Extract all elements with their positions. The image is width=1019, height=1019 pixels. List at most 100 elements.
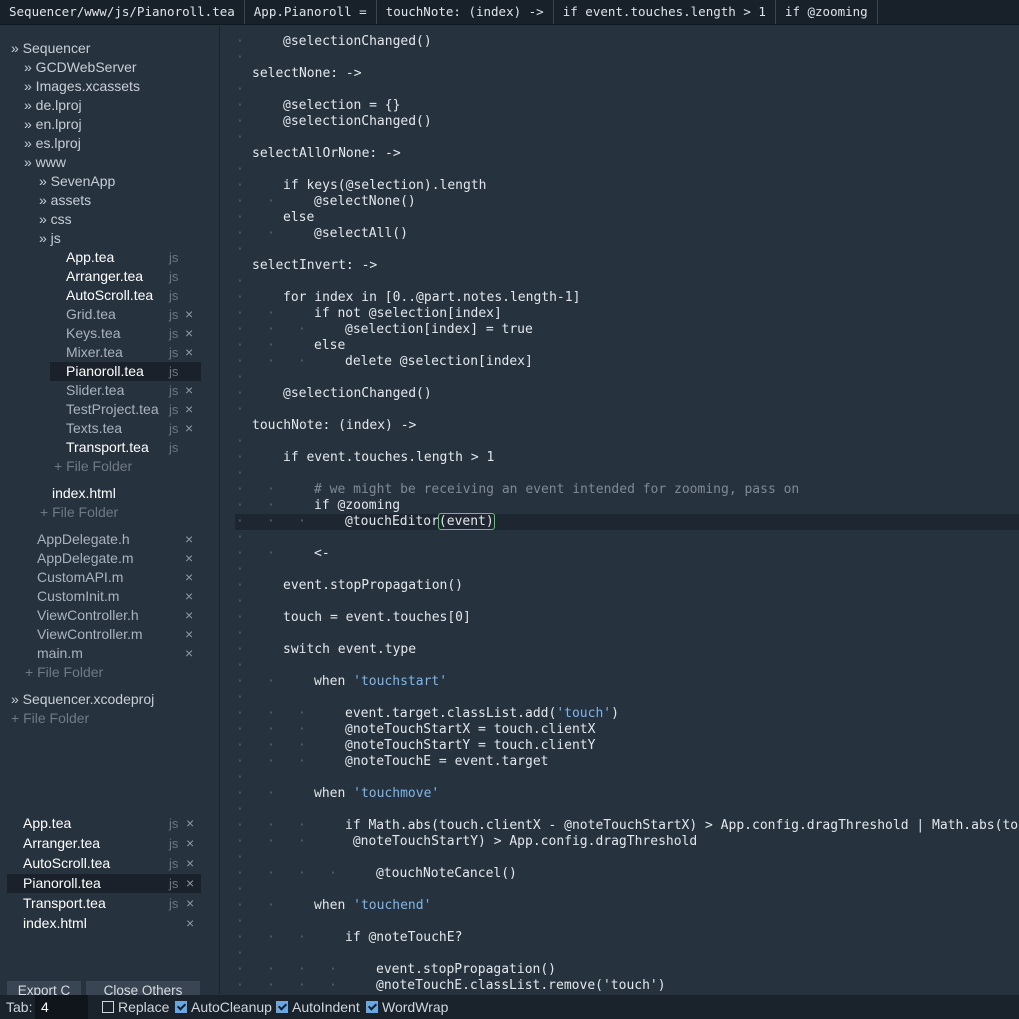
open-file-index-html[interactable]: index.html × xyxy=(7,914,201,933)
code-line[interactable]: · xyxy=(221,274,1019,290)
close-icon[interactable]: × xyxy=(185,343,193,362)
option-autocleanup[interactable]: AutoCleanup xyxy=(175,995,272,1019)
breadcrumb-item[interactable]: touchNote: (index) -> xyxy=(377,0,554,24)
add-file-folder-link[interactable]: + File Folder xyxy=(0,503,201,522)
tree-file-grid-tea[interactable]: Grid.tea js × xyxy=(0,305,201,324)
code-line[interactable]: · · · @noteTouchE = event.target xyxy=(221,754,1019,770)
tree-file-autoscroll-tea[interactable]: AutoScroll.tea js xyxy=(0,286,201,305)
open-file-app-tea[interactable]: App.tea js × xyxy=(7,814,201,833)
open-file-autoscroll-tea[interactable]: AutoScroll.tea js × xyxy=(7,854,201,873)
option-wordwrap[interactable]: WordWrap xyxy=(366,995,448,1019)
close-icon[interactable]: × xyxy=(186,814,194,833)
code-line[interactable]: touchNote: (index) -> xyxy=(221,418,1019,434)
tree-file-index-html[interactable]: index.html xyxy=(0,484,201,503)
breadcrumb-item[interactable]: if event.touches.length > 1 xyxy=(554,0,776,24)
tree-file-pianoroll-tea[interactable]: Pianoroll.tea js xyxy=(50,362,201,381)
code-line[interactable]: · · when 'touchmove' xyxy=(221,786,1019,802)
autoindent-checkbox[interactable] xyxy=(276,1001,288,1013)
code-line[interactable]: · xyxy=(221,530,1019,546)
code-line[interactable]: · switch event.type xyxy=(221,642,1019,658)
tree-folder-assets[interactable]: » assets xyxy=(0,191,201,210)
tree-file-viewcontroller-h[interactable]: ViewController.h × xyxy=(0,606,201,625)
tree-file-app-tea[interactable]: App.tea js xyxy=(0,248,201,267)
close-icon[interactable]: × xyxy=(185,587,193,606)
tree-file-main-m[interactable]: main.m × xyxy=(0,644,201,663)
code-line[interactable]: · touch = event.touches[0] xyxy=(221,610,1019,626)
tree-folder-js[interactable]: » js xyxy=(0,229,201,248)
code-line[interactable]: · if keys(@selection).length xyxy=(221,178,1019,194)
close-icon[interactable]: × xyxy=(186,874,194,893)
tree-folder-de-lproj[interactable]: » de.lproj xyxy=(0,96,201,115)
replace-checkbox[interactable] xyxy=(102,1001,114,1013)
code-line[interactable]: · · · · event.stopPropagation() xyxy=(221,962,1019,978)
code-line[interactable]: · · · event.target.classList.add('touch') xyxy=(221,706,1019,722)
code-line[interactable]: · xyxy=(221,802,1019,818)
code-line[interactable]: · xyxy=(221,770,1019,786)
code-line[interactable]: · xyxy=(221,466,1019,482)
code-line[interactable]: · @selection = {} xyxy=(221,98,1019,114)
code-line[interactable]: · · else xyxy=(221,338,1019,354)
tab-size-input[interactable] xyxy=(35,995,88,1019)
autocleanup-checkbox[interactable] xyxy=(175,1001,187,1013)
close-icon[interactable]: × xyxy=(185,549,193,568)
tree-folder-www[interactable]: » www xyxy=(0,153,201,172)
breadcrumb-item[interactable]: Sequencer/www/js/Pianoroll.tea xyxy=(0,0,245,24)
code-line[interactable]: · xyxy=(221,882,1019,898)
tree-folder-en-lproj[interactable]: » en.lproj xyxy=(0,115,201,134)
code-line[interactable]: · xyxy=(221,690,1019,706)
code-line[interactable]: · · # we might be receiving an event inten… xyxy=(221,482,1019,498)
tree-file-slider-tea[interactable]: Slider.tea js × xyxy=(0,381,201,400)
code-line[interactable]: · else xyxy=(221,210,1019,226)
code-line[interactable]: · xyxy=(221,242,1019,258)
close-icon[interactable]: × xyxy=(186,854,194,873)
tree-file-texts-tea[interactable]: Texts.tea js × xyxy=(0,419,201,438)
close-icon[interactable]: × xyxy=(185,400,193,419)
code-line[interactable]: · · @selectNone() xyxy=(221,194,1019,210)
code-line[interactable]: · @selectionChanged() xyxy=(221,34,1019,50)
code-line[interactable]: · xyxy=(221,850,1019,866)
code-line[interactable]: · · · @noteTouchStartY) > App.config.dragT… xyxy=(221,834,1019,850)
open-file-transport-tea[interactable]: Transport.tea js × xyxy=(7,894,201,913)
tree-folder-css[interactable]: » css xyxy=(0,210,201,229)
code-line[interactable]: · · if @zooming xyxy=(221,498,1019,514)
tree-file-keys-tea[interactable]: Keys.tea js × xyxy=(0,324,201,343)
close-icon[interactable]: × xyxy=(185,305,193,324)
tree-file-appdelegate-h[interactable]: AppDelegate.h × xyxy=(0,530,201,549)
close-icon[interactable]: × xyxy=(185,324,193,343)
tree-file-customapi-m[interactable]: CustomAPI.m × xyxy=(0,568,201,587)
add-file-folder-link[interactable]: + File Folder xyxy=(0,457,201,476)
code-line[interactable]: · xyxy=(221,162,1019,178)
code-line[interactable]: · xyxy=(221,658,1019,674)
code-line[interactable]: · xyxy=(221,82,1019,98)
wordwrap-checkbox[interactable] xyxy=(366,1001,378,1013)
breadcrumb-item[interactable]: if @zooming xyxy=(776,0,878,24)
close-icon[interactable]: × xyxy=(185,606,193,625)
code-line[interactable]: · for index in [0..@part.notes.length-1] xyxy=(221,290,1019,306)
tree-file-transport-tea[interactable]: Transport.tea js xyxy=(0,438,201,457)
close-icon[interactable]: × xyxy=(185,381,193,400)
code-line[interactable]: selectAllOrNone: -> xyxy=(221,146,1019,162)
code-line[interactable]: · xyxy=(221,594,1019,610)
code-line[interactable]: · xyxy=(221,626,1019,642)
code-line[interactable]: · · · @selection[index] = true xyxy=(221,322,1019,338)
add-file-folder-link[interactable]: + File Folder xyxy=(0,709,201,728)
tree-folder-es-lproj[interactable]: » es.lproj xyxy=(0,134,201,153)
code-line[interactable]: · · @selectAll() xyxy=(221,226,1019,242)
close-icon[interactable]: × xyxy=(185,644,193,663)
code-line[interactable]: · xyxy=(221,946,1019,962)
code-line[interactable]: · · · delete @selection[index] xyxy=(221,354,1019,370)
close-icon[interactable]: × xyxy=(186,894,194,913)
code-line[interactable]: · xyxy=(221,130,1019,146)
code-line[interactable]: · xyxy=(221,914,1019,930)
code-line[interactable]: · xyxy=(221,562,1019,578)
code-line[interactable]: · · · if @noteTouchE? xyxy=(221,930,1019,946)
code-line[interactable]: · xyxy=(221,402,1019,418)
tree-folder-sevenapp[interactable]: » SevenApp xyxy=(0,172,201,191)
code-line[interactable]: · event.stopPropagation() xyxy=(221,578,1019,594)
code-line[interactable]: · · <- xyxy=(221,546,1019,562)
close-icon[interactable]: × xyxy=(186,834,194,853)
breadcrumb-item[interactable]: App.Pianoroll = xyxy=(245,0,377,24)
tree-file-viewcontroller-m[interactable]: ViewController.m × xyxy=(0,625,201,644)
close-icon[interactable]: × xyxy=(185,419,193,438)
code-line[interactable]: · if event.touches.length > 1 xyxy=(221,450,1019,466)
